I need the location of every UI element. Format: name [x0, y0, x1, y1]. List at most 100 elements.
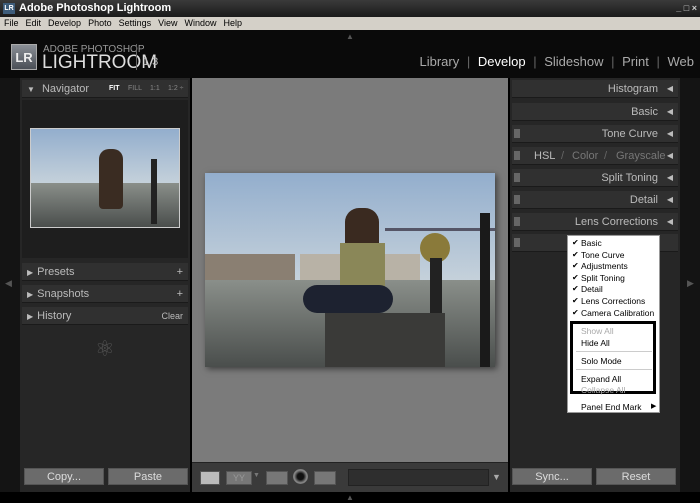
section-header-split-toning[interactable]: Split Toning ◀	[512, 169, 678, 187]
snapshots-header[interactable]: ▶ Snapshots +	[22, 285, 188, 303]
menu-file[interactable]: File	[4, 18, 19, 28]
triangle-left-icon: ◀	[666, 129, 673, 138]
separator: /	[604, 150, 608, 162]
before-after-button[interactable]: YY	[226, 471, 252, 485]
loupe-view-button[interactable]	[200, 471, 220, 485]
triangle-left-icon: ◀	[666, 151, 673, 160]
triangle-left-icon: ◀	[666, 195, 673, 204]
module-slideshow[interactable]: Slideshow	[544, 54, 603, 69]
module-develop[interactable]: Develop	[478, 54, 526, 69]
window-controls[interactable]: _ □ ×	[676, 3, 697, 14]
reset-button[interactable]: Reset	[596, 468, 676, 485]
zoom-1-2[interactable]: 1:2 ÷	[168, 80, 184, 98]
section-header-detail[interactable]: Detail ◀	[512, 191, 678, 209]
menu-photo[interactable]: Photo	[88, 18, 112, 28]
add-preset-button[interactable]: +	[177, 263, 183, 281]
menu-solo-mode[interactable]: Solo Mode	[581, 356, 622, 366]
navigator-thumbnail[interactable]	[30, 128, 180, 228]
triangle-left-icon: ◀	[666, 107, 673, 116]
menu-hide-all[interactable]: Hide All	[581, 338, 610, 348]
section-header-tone-curve[interactable]: Tone Curve ◀	[512, 125, 678, 143]
copy-button[interactable]: Copy...	[24, 468, 104, 485]
panel-switch-icon[interactable]	[514, 129, 520, 138]
section-header-histogram[interactable]: Histogram ◀	[512, 80, 678, 98]
red-eye-tool-button[interactable]	[314, 471, 336, 485]
menu-collapse-all[interactable]: Collapse All	[581, 385, 625, 395]
expand-left-icon[interactable]: ◀	[5, 278, 12, 289]
menu-view[interactable]: View	[158, 18, 177, 28]
logo-badge: LR	[11, 44, 37, 70]
menu-expand-all[interactable]: Expand All	[581, 374, 621, 384]
crop-tool-button[interactable]	[266, 471, 288, 485]
presets-header[interactable]: ▶ Presets +	[22, 263, 188, 281]
paste-button[interactable]: Paste	[108, 468, 188, 485]
triangle-right-icon: ▶	[27, 312, 34, 321]
tab-grayscale[interactable]: Grayscale	[616, 147, 666, 165]
menu-help[interactable]: Help	[224, 18, 243, 28]
photo[interactable]	[205, 173, 495, 367]
section-header-lens-corrections[interactable]: Lens Corrections ◀	[512, 213, 678, 231]
collapse-top-icon[interactable]: ▲	[346, 32, 354, 41]
triangle-left-icon: ◀	[666, 84, 673, 93]
menu-edit[interactable]: Edit	[26, 18, 42, 28]
section-title: Split Toning	[601, 172, 658, 184]
tab-hsl[interactable]: HSL	[534, 147, 555, 165]
expand-right-icon[interactable]: ▶	[687, 278, 694, 289]
window-title: Adobe Photoshop Lightroom	[19, 2, 172, 14]
menu-item-split-toning[interactable]: Split Toning	[581, 273, 625, 283]
module-library[interactable]: Library	[419, 54, 459, 69]
triangle-left-icon: ◀	[666, 173, 673, 182]
sync-button[interactable]: Sync...	[512, 468, 592, 485]
left-edge[interactable]: ◀	[0, 78, 20, 492]
menu-item-adjustments[interactable]: Adjustments	[581, 261, 628, 271]
panel-switch-icon[interactable]	[514, 173, 520, 182]
menu-panel-end-mark[interactable]: Panel End Mark	[581, 402, 641, 412]
menu-window[interactable]: Window	[184, 18, 216, 28]
menu-divider	[576, 369, 652, 370]
section-title: Tone Curve	[601, 128, 658, 140]
clear-history-button[interactable]: Clear	[161, 307, 183, 325]
triangle-left-icon: ◀	[666, 217, 673, 226]
menu-develop[interactable]: Develop	[48, 18, 81, 28]
hsl-header[interactable]: HSL / Color / Grayscale ◀	[512, 147, 678, 165]
checkmark-icon: ✔	[572, 238, 579, 247]
triangle-right-icon: ▶	[27, 268, 34, 277]
menu-item-lens-corrections[interactable]: Lens Corrections	[581, 296, 645, 306]
menu-settings[interactable]: Settings	[119, 18, 152, 28]
module-web[interactable]: Web	[668, 54, 695, 69]
tab-color[interactable]: Color	[572, 147, 598, 165]
toolbar-menu-icon[interactable]: ▼	[492, 472, 501, 482]
navigator-header[interactable]: ▼ Navigator FIT FILL 1:1 1:2 ÷	[22, 80, 188, 98]
navigator-preview[interactable]	[22, 100, 188, 258]
panel-switch-icon[interactable]	[514, 238, 520, 247]
spot-removal-icon[interactable]	[293, 469, 308, 484]
menu-bar: File Edit Develop Photo Settings View Window He…	[0, 17, 700, 30]
panel-switch-icon[interactable]	[514, 217, 520, 226]
collapse-bottom-icon[interactable]: ▲	[346, 493, 354, 502]
panel-switch-icon[interactable]	[514, 195, 520, 204]
app-icon: LR	[3, 3, 15, 14]
right-edge[interactable]: ▶	[680, 78, 700, 492]
menu-item-detail[interactable]: Detail	[581, 284, 603, 294]
menu-show-all[interactable]: Show All	[581, 326, 614, 336]
menu-item-basic[interactable]: Basic	[581, 238, 602, 248]
toolbar-content-field[interactable]	[348, 469, 489, 486]
panel-switch-icon[interactable]	[514, 151, 520, 160]
logo-divider	[136, 44, 137, 70]
bottom-bar: ▲	[0, 492, 700, 503]
section-title: Histogram	[607, 83, 658, 95]
module-print[interactable]: Print	[622, 54, 649, 69]
history-header[interactable]: ▶ History Clear	[22, 307, 188, 325]
zoom-1-1[interactable]: 1:1	[150, 80, 160, 98]
zoom-fit[interactable]: FIT	[109, 80, 120, 98]
menu-item-tone-curve[interactable]: Tone Curve	[581, 250, 624, 260]
checkmark-icon: ✔	[572, 296, 579, 305]
navigator-title: Navigator	[41, 83, 90, 95]
menu-item-camera-calibration[interactable]: Camera Calibration	[581, 308, 654, 318]
toolbar: YY ▼ ▼	[192, 462, 508, 492]
checkmark-icon: ✔	[572, 261, 579, 271]
add-snapshot-button[interactable]: +	[177, 285, 183, 303]
zoom-fill[interactable]: FILL	[128, 80, 142, 98]
section-header-basic[interactable]: Basic ◀	[512, 103, 678, 121]
chevron-down-icon[interactable]: ▼	[253, 472, 260, 479]
